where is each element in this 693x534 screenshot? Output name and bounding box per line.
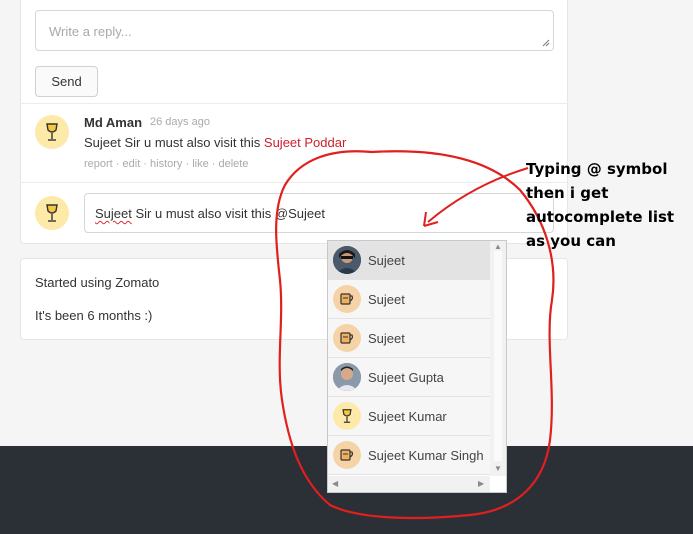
annotation-note: Typing @ symbol then i get autocomplete … xyxy=(526,160,675,250)
annotation-arrow xyxy=(427,167,529,223)
annotation-overlay xyxy=(275,150,555,520)
annotation-circle xyxy=(275,150,555,520)
